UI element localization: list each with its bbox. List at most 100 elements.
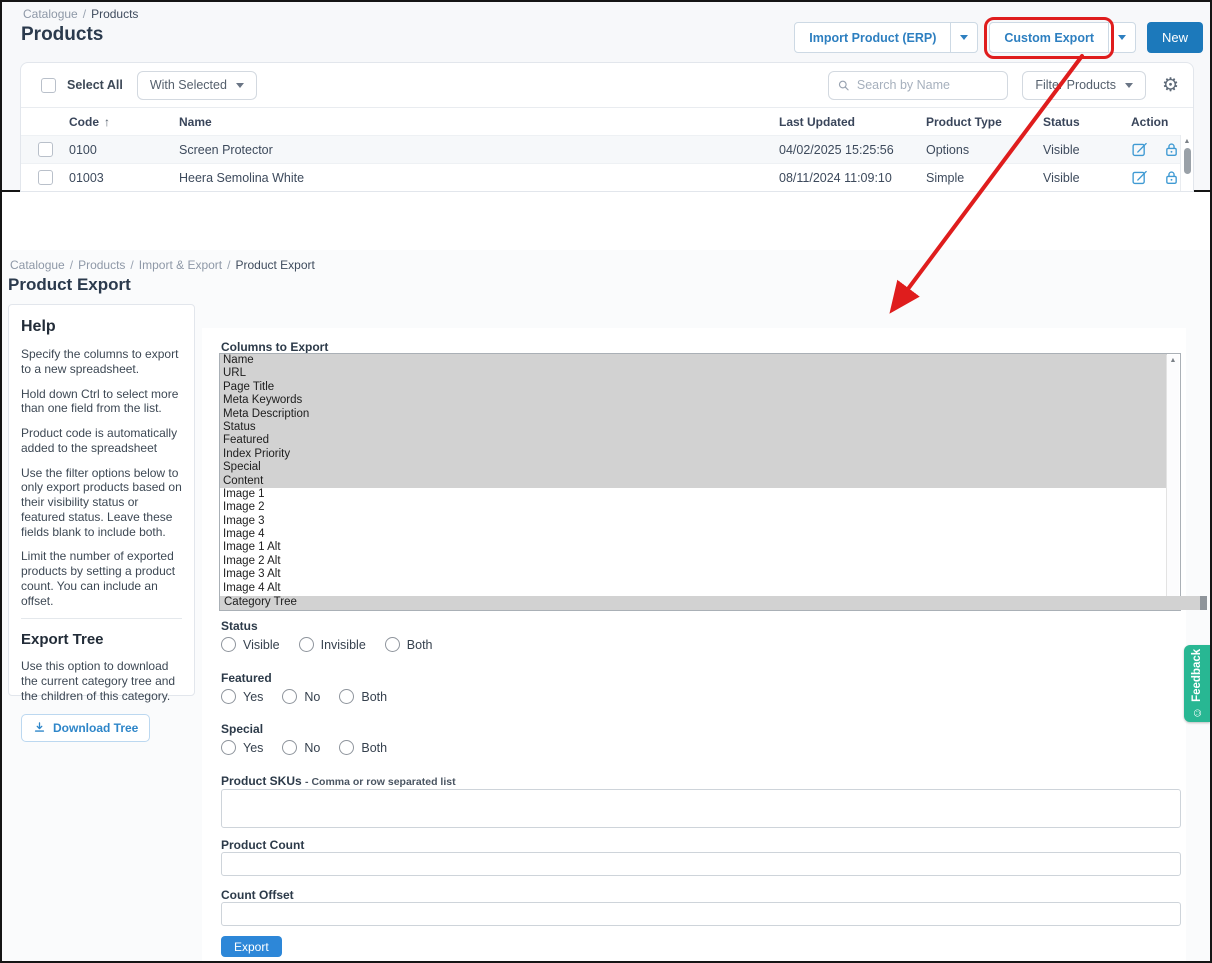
- feedback-tab[interactable]: ☺ Feedback: [1184, 645, 1210, 722]
- custom-export-button[interactable]: Custom Export: [990, 23, 1108, 52]
- radio-icon: [221, 637, 236, 652]
- list-option[interactable]: Image 1 Alt: [220, 541, 1167, 554]
- custom-export-label: Custom Export: [1004, 31, 1094, 45]
- header-product-type: Product Type: [926, 115, 1043, 129]
- cell-name: Screen Protector: [179, 143, 779, 157]
- columns-to-export-listbox[interactable]: Name URL Page Title Meta Keywords Meta D…: [219, 353, 1181, 611]
- breadcrumb-import-export[interactable]: Import & Export: [139, 258, 222, 272]
- filter-products-label: Filter Products: [1035, 78, 1116, 92]
- cell-name: Heera Semolina White: [179, 171, 779, 185]
- radio-label: No: [304, 690, 320, 704]
- listbox-scrollbar[interactable]: ▲: [1166, 355, 1179, 609]
- smiley-icon: ☺: [1190, 706, 1204, 718]
- cell-last-updated: 04/02/2025 15:25:56: [779, 143, 926, 157]
- import-product-split-button: Import Product (ERP): [794, 22, 978, 53]
- header-name: Name: [179, 115, 779, 129]
- page-title: Products: [21, 24, 103, 46]
- new-button[interactable]: New: [1147, 22, 1203, 53]
- category-tree-label: Category Tree: [224, 596, 297, 608]
- list-option[interactable]: Name: [220, 354, 1167, 367]
- list-option[interactable]: Index Priority: [220, 448, 1167, 461]
- list-option[interactable]: Content: [220, 475, 1167, 488]
- scroll-up-icon[interactable]: ▲: [1170, 357, 1177, 367]
- list-option[interactable]: Meta Keywords: [220, 394, 1167, 407]
- row-checkbox[interactable]: [38, 170, 53, 185]
- export-tree-title: Export Tree: [21, 631, 182, 648]
- radio-status-both[interactable]: Both: [385, 637, 433, 652]
- table-scrollbar[interactable]: ▲: [1180, 135, 1193, 191]
- special-label: Special: [221, 722, 263, 736]
- list-option[interactable]: Meta Description: [220, 408, 1167, 421]
- cell-product-type: Options: [926, 143, 1043, 157]
- feedback-tab-inner: ☺ Feedback: [1190, 648, 1204, 718]
- breadcrumb: Catalogue/Products/Import & Export/Produ…: [10, 258, 315, 272]
- edit-icon[interactable]: [1131, 141, 1148, 158]
- breadcrumb-separator: /: [83, 7, 86, 21]
- help-paragraph: Specify the columns to export to a new s…: [21, 347, 182, 377]
- radio-status-invisible[interactable]: Invisible: [299, 637, 366, 652]
- list-option[interactable]: Image 2: [220, 501, 1167, 514]
- radio-label: Both: [407, 638, 433, 652]
- select-all-label: Select All: [67, 78, 123, 92]
- list-option[interactable]: Special: [220, 461, 1167, 474]
- radio-icon: [385, 637, 400, 652]
- products-list-panel: Catalogue / Products Products Import Produ…: [2, 2, 1210, 192]
- list-option[interactable]: Page Title: [220, 381, 1167, 394]
- count-offset-input[interactable]: [221, 902, 1181, 926]
- caret-down-icon: [1125, 83, 1133, 88]
- export-button[interactable]: Export: [221, 936, 282, 957]
- search-input[interactable]: [857, 78, 999, 92]
- caret-down-icon: [236, 83, 244, 88]
- list-option[interactable]: Featured: [220, 434, 1167, 447]
- breadcrumb-catalogue[interactable]: Catalogue: [23, 7, 78, 21]
- lock-icon[interactable]: [1163, 141, 1180, 158]
- filter-products-button[interactable]: Filter Products: [1022, 71, 1146, 100]
- import-product-button[interactable]: Import Product (ERP): [795, 23, 950, 52]
- gear-icon[interactable]: ⚙: [1162, 76, 1179, 95]
- list-option[interactable]: Image 4: [220, 528, 1167, 541]
- product-skus-textarea[interactable]: [221, 789, 1181, 828]
- radio-status-visible[interactable]: Visible: [221, 637, 280, 652]
- radio-featured-no[interactable]: No: [282, 689, 320, 704]
- count-offset-label: Count Offset: [221, 888, 294, 902]
- edit-icon[interactable]: [1131, 169, 1148, 186]
- breadcrumb-products[interactable]: Products: [91, 7, 138, 21]
- radio-label: Visible: [243, 638, 280, 652]
- list-option[interactable]: Image 4 Alt: [220, 582, 1167, 595]
- radio-special-both[interactable]: Both: [339, 740, 387, 755]
- import-product-dropdown[interactable]: [950, 23, 977, 52]
- scroll-up-icon[interactable]: ▲: [1184, 138, 1191, 145]
- breadcrumb-catalogue[interactable]: Catalogue: [10, 258, 65, 272]
- product-count-input[interactable]: [221, 852, 1181, 876]
- list-option[interactable]: Image 3 Alt: [220, 568, 1167, 581]
- table-row[interactable]: 0100 Screen Protector 04/02/2025 15:25:5…: [21, 135, 1193, 163]
- table-row[interactable]: 01003 Heera Semolina White 08/11/2024 11…: [21, 163, 1193, 191]
- lock-icon[interactable]: [1163, 169, 1180, 186]
- divider: [21, 618, 182, 619]
- list-option[interactable]: Image 2 Alt: [220, 555, 1167, 568]
- list-option[interactable]: URL: [220, 367, 1167, 380]
- with-selected-button[interactable]: With Selected: [137, 71, 257, 100]
- page-title: Product Export: [8, 275, 131, 295]
- radio-featured-both[interactable]: Both: [339, 689, 387, 704]
- radio-special-no[interactable]: No: [282, 740, 320, 755]
- scrollbar-thumb: [1200, 596, 1207, 610]
- custom-export-dropdown[interactable]: [1108, 23, 1135, 52]
- list-option-category-tree[interactable]: Category Tree: [220, 596, 1207, 610]
- with-selected-label: With Selected: [150, 78, 227, 92]
- help-paragraph: Limit the number of exported products by…: [21, 549, 182, 608]
- caret-down-icon: [960, 35, 968, 40]
- cell-code: 0100: [69, 143, 179, 157]
- header-last-updated: Last Updated: [779, 115, 926, 129]
- list-option[interactable]: Image 1: [220, 488, 1167, 501]
- list-option[interactable]: Status: [220, 421, 1167, 434]
- radio-featured-yes[interactable]: Yes: [221, 689, 263, 704]
- radio-special-yes[interactable]: Yes: [221, 740, 263, 755]
- list-option[interactable]: Image 3: [220, 515, 1167, 528]
- row-checkbox[interactable]: [38, 142, 53, 157]
- header-code[interactable]: Code↑: [69, 115, 179, 129]
- select-all-checkbox[interactable]: [41, 78, 56, 93]
- breadcrumb-products[interactable]: Products: [78, 258, 125, 272]
- scrollbar-thumb[interactable]: [1184, 148, 1191, 174]
- download-tree-button[interactable]: Download Tree: [21, 714, 150, 742]
